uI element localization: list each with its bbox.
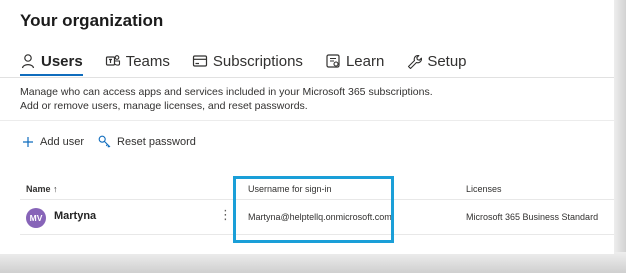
page-description: Manage who can access apps and services … [20,86,433,112]
wrench-icon [408,54,423,69]
teams-icon [105,55,120,66]
command-bar: Add user Reset password [22,135,210,148]
add-user-button[interactable]: Add user [22,136,84,148]
plus-icon [23,136,33,147]
reset-password-label: Reset password [117,135,196,148]
tab-label: Setup [427,52,467,70]
column-header-name[interactable]: Name ↑ [26,184,58,194]
avatar: MV [26,208,46,228]
section-divider [0,120,614,121]
reset-password-button[interactable]: Reset password [98,135,196,148]
learn-icon [326,54,340,68]
user-display-name[interactable]: Martyna [54,210,96,222]
tab-label: Teams [125,52,170,70]
credit-card-icon [192,55,207,67]
tab-learn[interactable]: Learn [325,49,384,73]
screenshot-edge-shadow [612,0,626,273]
tab-setup[interactable]: Setup [406,49,467,73]
add-user-label: Add user [40,135,85,148]
screenshot-edge-shadow-bottom [0,252,626,273]
organization-panel: Your organization Users Teams Subscripti… [0,0,614,254]
user-licenses: Microsoft 365 Business Standard [466,212,599,222]
more-options-icon[interactable]: ⋮ [219,208,232,221]
tab-subscriptions[interactable]: Subscriptions [192,49,303,73]
tab-label: Subscriptions [212,52,303,70]
person-icon [21,54,35,69]
key-icon [98,135,111,148]
username-column-highlight [233,176,394,243]
tab-label: Users [41,52,83,70]
tab-divider [0,77,614,78]
tab-teams[interactable]: Teams [105,49,170,73]
tab-label: Learn [345,52,385,70]
column-header-licenses[interactable]: Licenses [466,184,502,194]
page-title: Your organization [20,11,164,30]
tab-bar: Users Teams Subscriptions Learn Setup [20,49,489,76]
tab-users[interactable]: Users [20,49,83,76]
